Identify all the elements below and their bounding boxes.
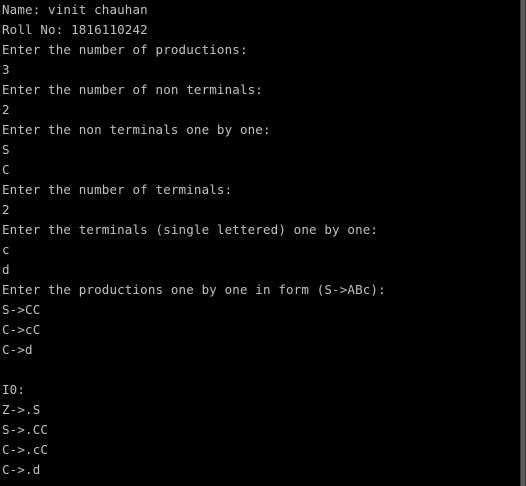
vertical-scrollbar[interactable] [520,0,526,486]
console-line: Enter the number of terminals: [2,182,233,197]
console-line: 3 [2,62,10,77]
scrollbar-thumb[interactable] [521,0,525,486]
console-line: Enter the number of non terminals: [2,82,263,97]
console-window[interactable]: Name: vinit chauhan Roll No: 1816110242 En… [0,0,520,486]
console-line: Z->.S [2,402,41,417]
console-output: Name: vinit chauhan Roll No: 1816110242 En… [0,0,520,480]
console-line: Enter the productions one by one in form… [2,282,386,297]
console-line: 2 [2,202,10,217]
console-line: Name: vinit chauhan [2,2,148,17]
console-line: d [2,262,10,277]
console-line: C->.d [2,462,41,477]
console-line: 2 [2,102,10,117]
console-line: C->d [2,342,33,357]
console-line: Enter the number of productions: [2,42,248,57]
console-line: I0: [2,382,26,397]
console-line: c [2,242,10,257]
console-line: C->.cC [2,442,49,457]
console-line: S->.CC [2,422,49,437]
console-line: S->CC [2,302,41,317]
console-line: C->cC [2,322,41,337]
console-line: Enter the non terminals one by one: [2,122,271,137]
console-line: C [2,162,10,177]
console-line: Roll No: 1816110242 [2,22,148,37]
console-line: S [2,142,10,157]
console-line: Enter the terminals (single lettered) on… [2,222,379,237]
